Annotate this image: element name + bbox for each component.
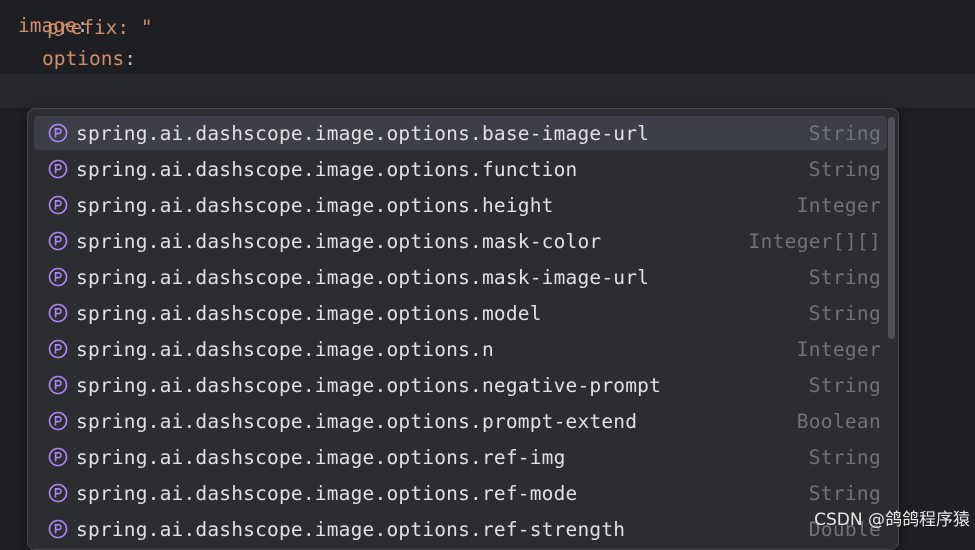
property-icon: [48, 519, 68, 539]
completion-item-type: Integer: [796, 193, 881, 217]
completion-item[interactable]: spring.ai.dashscope.image.options.model S…: [34, 296, 887, 330]
completion-item-name: spring.ai.dashscope.image.options.n: [76, 337, 494, 361]
completion-item[interactable]: spring.ai.dashscope.image.options.prompt…: [34, 404, 887, 438]
completion-item[interactable]: spring.ai.dashscope.image.options.n Integ…: [34, 332, 887, 366]
completion-item[interactable]: spring.ai.dashscope.image.options.mask-i…: [34, 260, 887, 294]
watermark: CSDN @鸽鸽程序猿: [814, 510, 970, 530]
completion-item-type: Integer: [796, 337, 881, 361]
completion-item-name: spring.ai.dashscope.image.options.mask-i…: [76, 265, 650, 289]
completion-item-type: String: [808, 265, 881, 289]
completion-item-type: Integer[][]: [748, 229, 881, 253]
completion-item-name: spring.ai.dashscope.image.options.ref-st…: [76, 517, 626, 541]
completion-item[interactable]: spring.ai.dashscope.image.options.height…: [34, 188, 887, 222]
property-icon: [48, 123, 68, 143]
completion-item[interactable]: spring.ai.dashscope.image.options.negati…: [34, 368, 887, 402]
completion-item-name: spring.ai.dashscope.image.options.negati…: [76, 373, 662, 397]
yaml-colon: :: [124, 47, 136, 70]
property-icon: [48, 231, 68, 251]
completion-item-name: spring.ai.dashscope.image.options.mask-c…: [76, 229, 602, 253]
completion-item-name: spring.ai.dashscope.image.options.base-i…: [76, 121, 650, 145]
completion-item-name: spring.ai.dashscope.image.options.ref-mo…: [76, 481, 578, 505]
yaml-key-image: image: [18, 14, 77, 37]
completion-item-name: spring.ai.dashscope.image.options.ref-im…: [76, 445, 566, 469]
completion-item-type: String: [808, 481, 881, 505]
completion-item-type: String: [808, 445, 881, 469]
property-icon: [48, 267, 68, 287]
property-icon: [48, 339, 68, 359]
completion-item[interactable]: spring.ai.dashscope.image.options.ref-st…: [34, 512, 887, 546]
completion-item-type: String: [808, 157, 881, 181]
completion-item-name: spring.ai.dashscope.image.options.height: [76, 193, 554, 217]
property-icon: [48, 195, 68, 215]
code-line-image[interactable]: image:: [0, 9, 975, 43]
property-icon: [48, 447, 68, 467]
completion-item-type: String: [808, 121, 881, 145]
completion-item-type: Boolean: [796, 409, 881, 433]
completion-item[interactable]: spring.ai.dashscope.image.options.base-i…: [34, 116, 887, 150]
completion-item-type: String: [808, 301, 881, 325]
completion-item-type: String: [808, 373, 881, 397]
completion-item[interactable]: spring.ai.dashscope.image.options.ref-im…: [34, 440, 887, 474]
property-icon: [48, 411, 68, 431]
property-icon: [48, 375, 68, 395]
completion-popup[interactable]: spring.ai.dashscope.image.options.base-i…: [27, 108, 899, 550]
completion-scrollbar[interactable]: [888, 117, 895, 339]
yaml-key-options: options: [42, 47, 125, 70]
completion-item-name: spring.ai.dashscope.image.options.functi…: [76, 157, 578, 181]
completion-item-name: spring.ai.dashscope.image.options.model: [76, 301, 542, 325]
current-line[interactable]: [0, 74, 975, 108]
property-icon: [48, 303, 68, 323]
completion-item[interactable]: spring.ai.dashscope.image.options.mask-c…: [34, 224, 887, 258]
property-icon: [48, 159, 68, 179]
code-line-options[interactable]: options:: [0, 42, 975, 76]
completion-item[interactable]: spring.ai.dashscope.image.options.ref-mo…: [34, 476, 887, 510]
property-icon: [48, 483, 68, 503]
completion-item-name: spring.ai.dashscope.image.options.prompt…: [76, 409, 638, 433]
yaml-colon: :: [76, 14, 89, 37]
completion-item[interactable]: spring.ai.dashscope.image.options.functi…: [34, 152, 887, 186]
